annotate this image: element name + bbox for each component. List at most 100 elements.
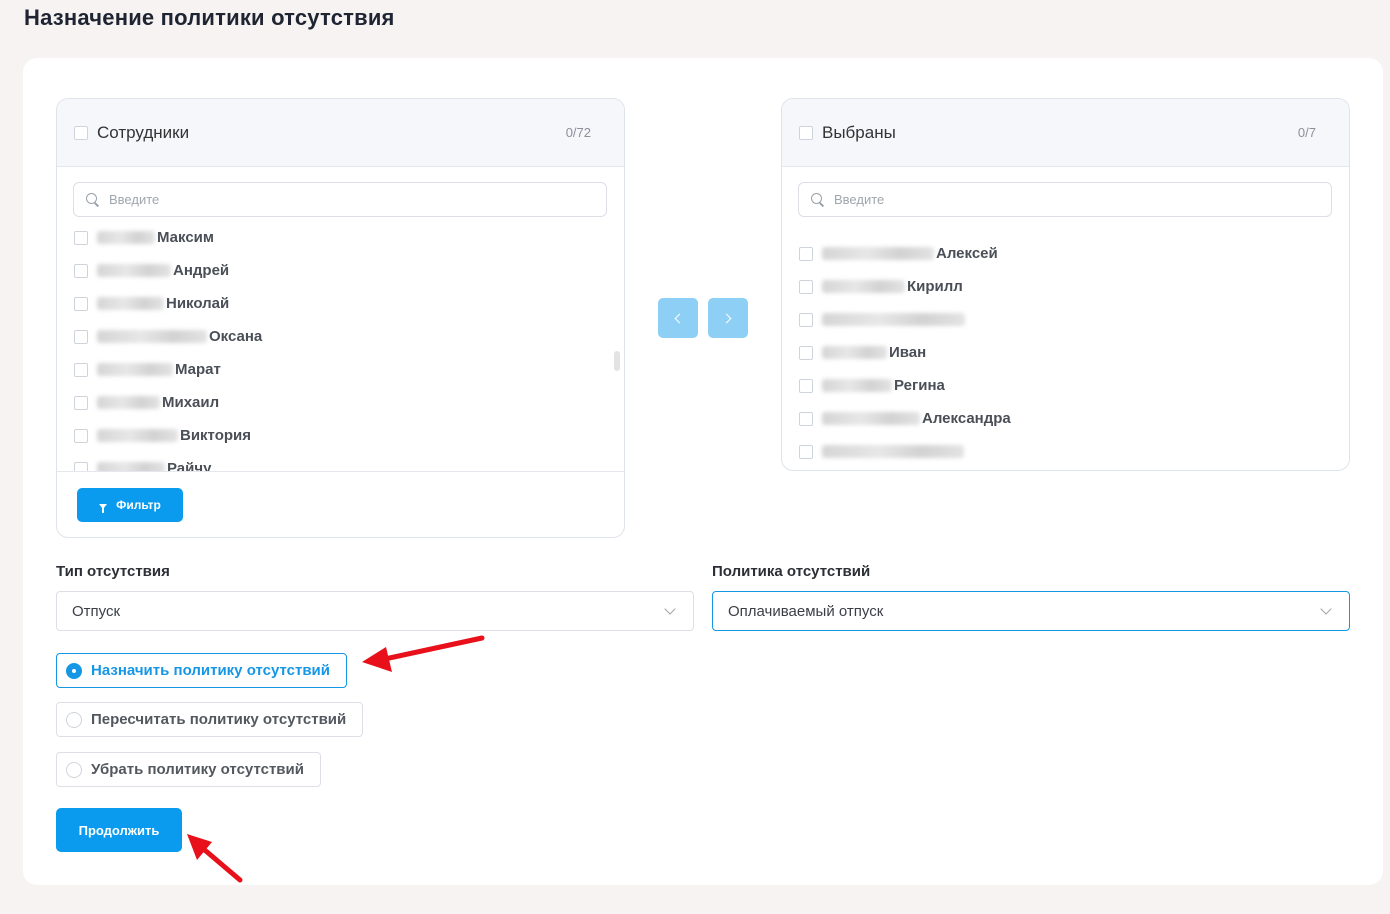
blurred-surname xyxy=(822,379,892,392)
employee-name: Александра xyxy=(922,410,1011,427)
search-icon xyxy=(86,193,99,206)
list-item[interactable] xyxy=(782,303,1342,336)
employees-search-input[interactable] xyxy=(109,192,589,207)
list-item[interactable]: Николай xyxy=(57,287,617,320)
funnel-icon xyxy=(99,503,108,513)
item-checkbox[interactable] xyxy=(799,312,813,327)
employees-panel-title: Сотрудники xyxy=(97,122,190,142)
item-checkbox[interactable] xyxy=(74,230,88,245)
chevron-right-icon xyxy=(721,313,732,323)
employee-name: Марат xyxy=(175,361,221,378)
employees-search[interactable] xyxy=(73,182,607,217)
list-item[interactable]: Андрей xyxy=(57,254,617,287)
item-checkbox[interactable] xyxy=(74,296,88,311)
blurred-surname xyxy=(97,462,165,471)
employee-name: Михаил xyxy=(162,394,220,411)
radio-unchecked-icon xyxy=(66,711,82,728)
blurred-surname xyxy=(97,231,155,244)
absence-type-value: Отпуск xyxy=(72,602,121,620)
item-checkbox[interactable] xyxy=(799,378,813,393)
selected-list[interactable]: Алексей Кирилл Иван Регина Александра xyxy=(782,237,1342,470)
select-all-selected-checkbox[interactable] xyxy=(799,125,813,140)
list-item[interactable]: Марат xyxy=(57,353,617,386)
employee-name: Николай xyxy=(166,295,230,312)
employee-name: Алексей xyxy=(936,245,998,262)
main-card: Сотрудники 0/72 Максим Андрей xyxy=(23,58,1383,885)
employees-list[interactable]: Максим Андрей Николай Оксана Марат Михаи… xyxy=(57,227,617,471)
item-checkbox[interactable] xyxy=(74,263,88,278)
list-item[interactable]: Оксана xyxy=(57,320,617,353)
blurred-surname xyxy=(822,412,920,425)
item-checkbox[interactable] xyxy=(799,411,813,426)
list-item[interactable]: Виктория xyxy=(57,419,617,452)
radio-remove-policy[interactable]: Убрать политику отсутствий xyxy=(56,752,321,787)
employee-name: Кирилл xyxy=(907,278,963,295)
item-checkbox[interactable] xyxy=(74,428,88,443)
item-checkbox[interactable] xyxy=(799,345,813,360)
selected-search-input[interactable] xyxy=(834,192,1314,207)
list-item[interactable]: Регина xyxy=(782,369,1342,402)
employee-name: Иван xyxy=(889,344,927,361)
employees-scrollbar[interactable] xyxy=(614,239,620,467)
blurred-surname xyxy=(822,313,965,326)
selected-count: 0/7 xyxy=(1297,125,1316,140)
employee-name: Виктория xyxy=(180,427,252,444)
list-item[interactable]: Райчу xyxy=(57,452,617,471)
blurred-surname xyxy=(97,396,160,409)
employees-panel: Сотрудники 0/72 Максим Андрей xyxy=(56,98,625,538)
radio-assign-policy[interactable]: Назначить политику отсутствий xyxy=(56,653,347,688)
employee-name: Райчу xyxy=(167,460,212,471)
move-left-button[interactable] xyxy=(658,298,698,338)
blurred-surname xyxy=(97,297,164,310)
employee-name: Оксана xyxy=(209,328,263,345)
continue-button[interactable]: Продолжить xyxy=(56,808,182,852)
list-item[interactable]: Михаил xyxy=(57,386,617,419)
blurred-surname xyxy=(822,280,905,293)
radio-recalculate-policy[interactable]: Пересчитать политику отсутствий xyxy=(56,702,364,737)
absence-type-label: Тип отсутствия xyxy=(56,563,170,580)
employee-name: Регина xyxy=(894,377,945,394)
employee-name: Андрей xyxy=(173,262,230,279)
item-checkbox[interactable] xyxy=(74,362,88,377)
selected-panel-header: Выбраны 0/7 xyxy=(782,99,1349,167)
selected-panel: Выбраны 0/7 Алексей Кирилл xyxy=(781,98,1350,471)
filter-label: Фильтр xyxy=(116,498,161,512)
blurred-surname xyxy=(97,429,178,442)
blurred-surname xyxy=(97,264,171,277)
move-right-button[interactable] xyxy=(708,298,748,338)
employees-panel-header: Сотрудники 0/72 xyxy=(57,99,624,167)
employees-panel-footer: Фильтр xyxy=(57,471,624,537)
radio-checked-icon xyxy=(66,662,82,679)
list-item[interactable]: Алексей xyxy=(782,237,1342,270)
selected-search[interactable] xyxy=(798,182,1332,217)
item-checkbox[interactable] xyxy=(799,279,813,294)
item-checkbox[interactable] xyxy=(74,461,88,471)
item-checkbox[interactable] xyxy=(74,329,88,344)
filter-button[interactable]: Фильтр xyxy=(77,488,183,522)
radio-label: Пересчитать политику отсутствий xyxy=(91,711,347,728)
chevron-down-icon xyxy=(1320,603,1332,615)
search-icon xyxy=(811,193,824,206)
item-checkbox[interactable] xyxy=(799,444,813,459)
blurred-surname xyxy=(97,330,207,343)
list-item[interactable]: Александра xyxy=(782,402,1342,435)
absence-policy-label: Политика отсутствий xyxy=(712,563,871,580)
list-item[interactable]: Иван xyxy=(782,336,1342,369)
radio-label: Назначить политику отсутствий xyxy=(91,662,330,679)
item-checkbox[interactable] xyxy=(799,246,813,261)
absence-policy-select[interactable]: Оплачиваемый отпуск xyxy=(712,591,1350,631)
selected-panel-title: Выбраны xyxy=(822,122,896,142)
page-title: Назначение политики отсутствия xyxy=(24,5,395,30)
list-item[interactable]: Максим xyxy=(57,227,617,254)
select-all-employees-checkbox[interactable] xyxy=(74,125,88,140)
radio-unchecked-icon xyxy=(66,761,82,778)
scrollbar-thumb[interactable] xyxy=(614,351,620,371)
employees-count: 0/72 xyxy=(565,125,591,140)
chevron-left-icon xyxy=(674,313,685,323)
item-checkbox[interactable] xyxy=(74,395,88,410)
absence-type-select[interactable]: Отпуск xyxy=(56,591,694,631)
employee-name: Максим xyxy=(157,229,214,246)
radio-label: Убрать политику отсутствий xyxy=(91,761,304,778)
list-item[interactable]: Кирилл xyxy=(782,270,1342,303)
list-item[interactable] xyxy=(782,435,1342,468)
